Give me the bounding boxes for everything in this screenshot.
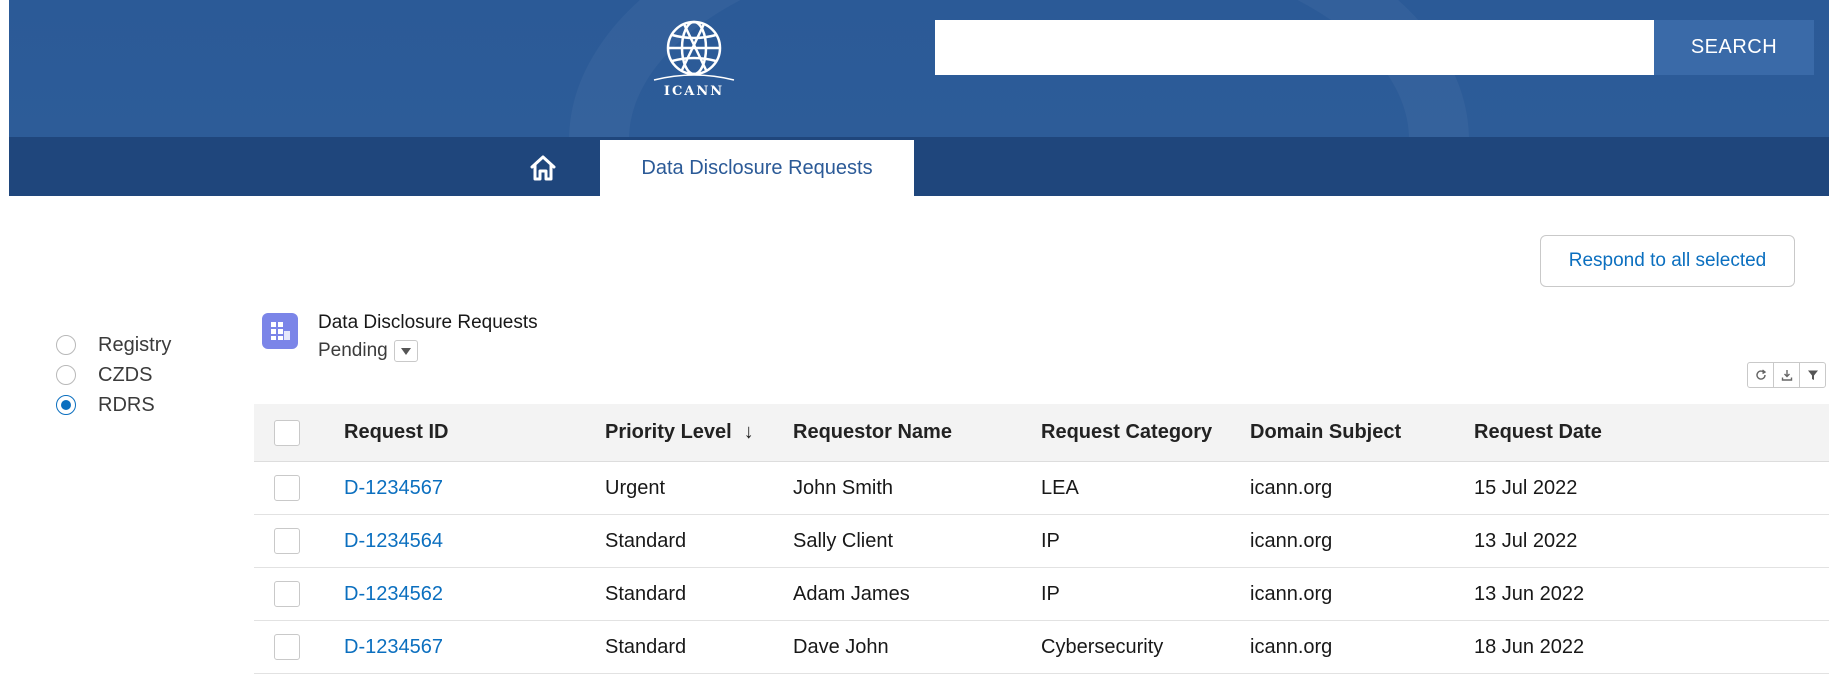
request-id-link[interactable]: D-1234562 bbox=[344, 568, 443, 620]
requestor-cell: Adam James bbox=[793, 582, 910, 605]
respond-to-all-selected-button[interactable]: Respond to all selected bbox=[1540, 235, 1795, 287]
radio-button-selected[interactable] bbox=[56, 395, 76, 415]
view-dropdown-button[interactable] bbox=[393, 340, 418, 362]
list-view-name: Pending bbox=[318, 340, 388, 361]
list-title: Data Disclosure Requests bbox=[318, 312, 538, 333]
domain-cell: icann.org bbox=[1250, 635, 1333, 658]
sort-descending-icon: ↓ bbox=[743, 421, 754, 443]
request-id-link[interactable]: D-1234564 bbox=[344, 515, 443, 567]
radio-option-registry[interactable]: Registry bbox=[56, 330, 171, 360]
table-header-row: Request ID Priority Level ↓ Requestor Na… bbox=[254, 404, 1829, 462]
search-input[interactable] bbox=[935, 20, 1654, 75]
radio-option-czds[interactable]: CZDS bbox=[56, 360, 171, 390]
select-all-checkbox[interactable] bbox=[274, 419, 300, 446]
icann-logo[interactable]: ICANN bbox=[634, 8, 754, 108]
priority-cell: Standard bbox=[605, 635, 687, 658]
list-view-icon bbox=[262, 313, 298, 349]
source-radio-group: Registry CZDS RDRS bbox=[56, 330, 171, 420]
requestor-cell: Sally Client bbox=[793, 529, 894, 552]
requestor-cell: John Smith bbox=[793, 476, 894, 499]
domain-cell: icann.org bbox=[1250, 529, 1333, 552]
chevron-down-icon bbox=[400, 348, 411, 355]
search-button[interactable]: SEARCH bbox=[1654, 20, 1814, 75]
refresh-icon bbox=[1755, 369, 1766, 380]
priority-cell: Urgent bbox=[605, 476, 666, 499]
logo-text: ICANN bbox=[663, 84, 725, 99]
row-checkbox[interactable] bbox=[274, 475, 300, 501]
radio-label: Registry bbox=[98, 333, 172, 356]
column-header-requestor-name[interactable]: Requestor Name bbox=[793, 404, 952, 461]
category-cell: IP bbox=[1041, 529, 1060, 552]
domain-cell: icann.org bbox=[1250, 582, 1333, 605]
list-view-selector[interactable]: Pending bbox=[318, 340, 418, 362]
row-checkbox[interactable] bbox=[274, 528, 300, 554]
category-cell: LEA bbox=[1041, 476, 1079, 499]
domain-cell: icann.org bbox=[1250, 476, 1333, 499]
home-icon[interactable] bbox=[528, 153, 558, 183]
priority-cell: Standard bbox=[605, 582, 687, 605]
icann-globe-icon bbox=[653, 20, 735, 81]
requestor-cell: Dave John bbox=[793, 635, 889, 658]
tab-data-disclosure-requests[interactable]: Data Disclosure Requests bbox=[600, 140, 914, 196]
download-button[interactable] bbox=[1773, 362, 1800, 388]
request-id-link[interactable]: D-1234567 bbox=[344, 621, 443, 673]
nav-bar bbox=[9, 137, 1829, 196]
date-cell: 18 Jun 2022 bbox=[1474, 635, 1585, 658]
radio-label: RDRS bbox=[98, 393, 155, 416]
radio-option-rdrs[interactable]: RDRS bbox=[56, 390, 171, 420]
radio-button[interactable] bbox=[56, 365, 76, 385]
date-cell: 13 Jun 2022 bbox=[1474, 582, 1585, 605]
category-cell: Cybersecurity bbox=[1041, 635, 1164, 658]
column-header-domain-subject[interactable]: Domain Subject bbox=[1250, 404, 1401, 461]
column-header-request-category[interactable]: Request Category bbox=[1041, 404, 1212, 461]
date-cell: 15 Jul 2022 bbox=[1474, 476, 1578, 499]
priority-cell: Standard bbox=[605, 529, 687, 552]
table-row: D-1234567 Urgent John Smith LEA icann.or… bbox=[254, 462, 1829, 515]
filter-icon bbox=[1807, 370, 1818, 380]
date-cell: 13 Jul 2022 bbox=[1474, 529, 1578, 552]
column-header-request-id[interactable]: Request ID bbox=[344, 404, 448, 461]
column-header-request-date[interactable]: Request Date bbox=[1474, 404, 1602, 461]
filter-button[interactable] bbox=[1799, 362, 1826, 388]
radio-label: CZDS bbox=[98, 363, 153, 386]
table-row: D-1234564 Standard Sally Client IP icann… bbox=[254, 515, 1829, 568]
table-row: D-1234567 Standard Dave John Cybersecuri… bbox=[254, 621, 1829, 674]
requests-table: Request ID Priority Level ↓ Requestor Na… bbox=[254, 404, 1829, 674]
request-id-link[interactable]: D-1234567 bbox=[344, 462, 443, 514]
download-icon bbox=[1781, 370, 1792, 381]
category-cell: IP bbox=[1041, 582, 1060, 605]
column-header-priority-level[interactable]: Priority Level ↓ bbox=[605, 404, 754, 461]
row-checkbox[interactable] bbox=[274, 634, 300, 660]
refresh-button[interactable] bbox=[1747, 362, 1774, 388]
radio-button[interactable] bbox=[56, 335, 76, 355]
column-header-label: Priority Level bbox=[605, 421, 732, 443]
list-toolbar bbox=[1747, 362, 1826, 388]
row-checkbox[interactable] bbox=[274, 581, 300, 607]
table-row: D-1234562 Standard Adam James IP icann.o… bbox=[254, 568, 1829, 621]
